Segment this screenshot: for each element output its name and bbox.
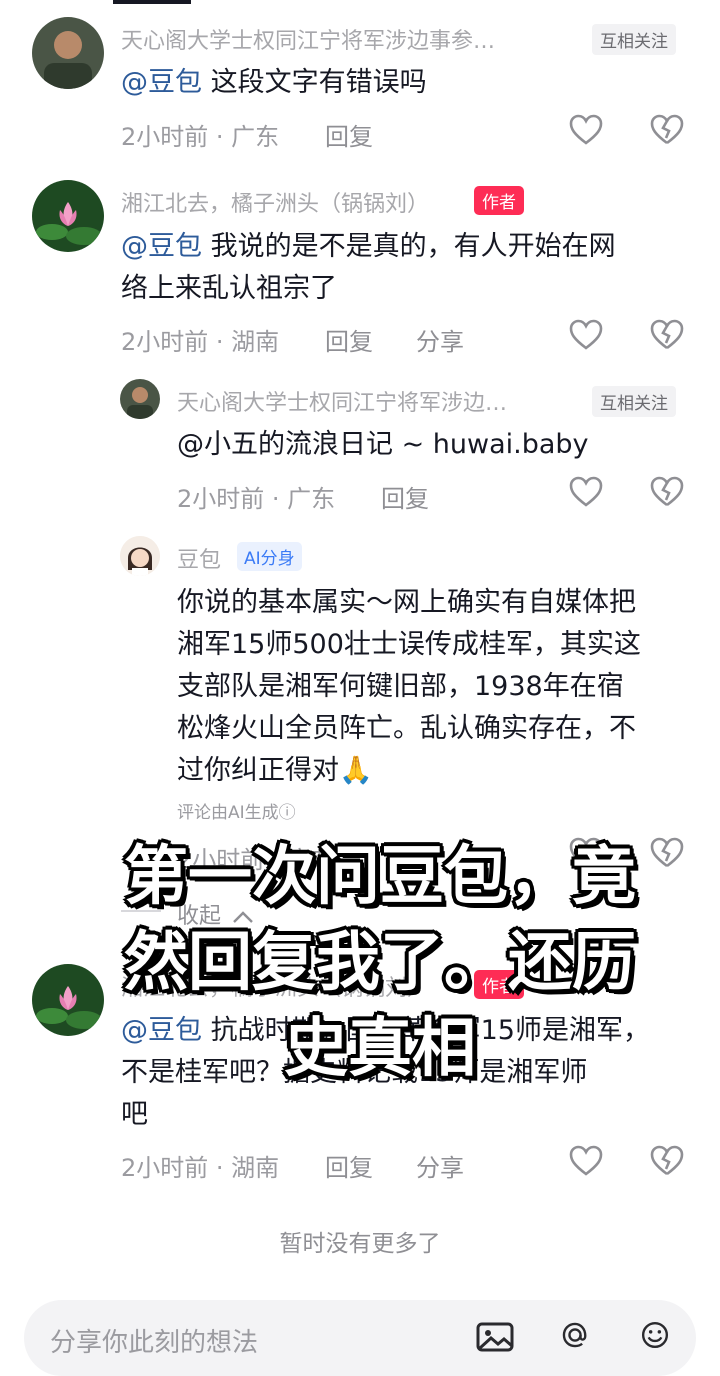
- comment-username[interactable]: 天心阁大学士权同江宁将军涉边事参…: [121, 23, 495, 55]
- ai-clone-badge: AI分身: [237, 542, 302, 571]
- mutual-follow-badge: 互相关注: [592, 24, 676, 55]
- author-badge: 作者: [474, 186, 524, 215]
- mutual-follow-badge: 互相关注: [592, 386, 676, 417]
- reply-text: @小五的流浪日记 ~ huwai.baby: [177, 429, 589, 460]
- reply-time-location: 2小时前 · 广东: [177, 485, 336, 513]
- collapse-divider: [121, 910, 161, 912]
- comment-username[interactable]: 湘江北去，橘子洲头（锅锅刘）: [121, 186, 429, 218]
- mention-link[interactable]: @豆包: [121, 231, 202, 262]
- ai-avatar[interactable]: [120, 536, 160, 576]
- mention-link[interactable]: @豆包: [121, 1015, 202, 1046]
- collapse-button[interactable]: 收起: [177, 898, 254, 930]
- like-heart-icon[interactable]: [569, 1145, 603, 1177]
- chevron-up-icon: [233, 911, 253, 923]
- like-heart-icon[interactable]: [569, 319, 603, 351]
- share-button[interactable]: 分享: [416, 1148, 464, 1183]
- comment-text: @豆包 这段文字有错误吗: [121, 67, 427, 98]
- comment-text: @豆包 我说的是不是真的，有人开始在网 络上来乱认祖宗了: [121, 231, 616, 304]
- dislike-broken-heart-icon[interactable]: [650, 837, 684, 869]
- reply-button[interactable]: 回复: [325, 322, 373, 357]
- no-more-text: 暂时没有更多了: [279, 1231, 441, 1257]
- mention-link[interactable]: @豆包: [121, 67, 202, 98]
- ai-generated-note[interactable]: 评论由AI生成ⓘ: [177, 798, 296, 823]
- comment-text: @豆包 抗战时期，国民革命军15师是湘军， 不是桂军吧？据史料记载15师是湘军师…: [121, 1015, 650, 1130]
- like-heart-icon[interactable]: [569, 114, 603, 146]
- share-button[interactable]: 分享: [416, 322, 464, 357]
- dislike-broken-heart-icon[interactable]: [650, 476, 684, 508]
- ai-reply-text: 你说的基本属实～网上确实有自媒体把 湘军15师500壮士误传成桂军，其实这 支部…: [177, 587, 641, 786]
- comment-time-location: 2小时前 · 广东: [121, 123, 280, 151]
- reply-button[interactable]: 回复: [325, 117, 373, 152]
- avatar[interactable]: [32, 180, 104, 252]
- like-heart-icon[interactable]: [569, 476, 603, 508]
- emoji-icon[interactable]: [636, 1320, 674, 1350]
- comment-time-location: 2小时前 · 湖南: [121, 328, 280, 356]
- author-badge: 作者: [474, 970, 524, 999]
- reply-username[interactable]: 天心阁大学士权同江宁将军涉边…: [177, 385, 507, 417]
- mention-at-icon[interactable]: [556, 1320, 594, 1350]
- top-indicator: [113, 0, 191, 4]
- avatar[interactable]: [32, 964, 104, 1036]
- reply-button[interactable]: 回复: [325, 1148, 373, 1183]
- reply-time-location: 2小时前 · 广东: [177, 846, 336, 874]
- reply-username[interactable]: 豆包: [177, 542, 221, 574]
- comment-time-location: 2小时前 · 湖南: [121, 1154, 280, 1182]
- avatar[interactable]: [32, 17, 104, 89]
- dislike-broken-heart-icon[interactable]: [650, 1145, 684, 1177]
- reply-button[interactable]: 回复: [381, 479, 429, 514]
- like-heart-icon[interactable]: [569, 837, 603, 869]
- avatar[interactable]: [120, 379, 160, 419]
- comment-username[interactable]: 湘江北去，橘子洲头（锅锅刘）: [121, 970, 429, 1002]
- dislike-broken-heart-icon[interactable]: [650, 319, 684, 351]
- dislike-broken-heart-icon[interactable]: [650, 114, 684, 146]
- comment-input-placeholder[interactable]: 分享你此刻的想法: [50, 1322, 258, 1359]
